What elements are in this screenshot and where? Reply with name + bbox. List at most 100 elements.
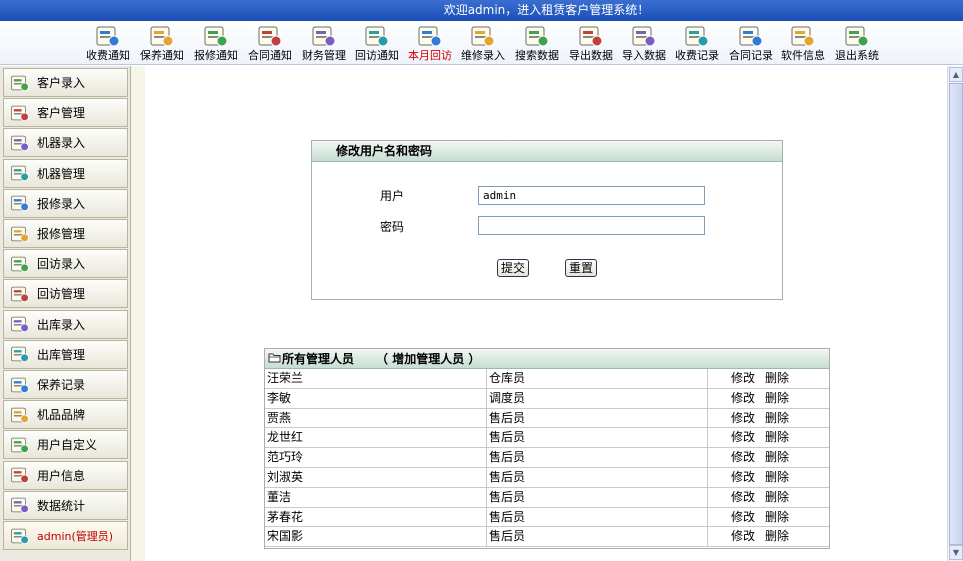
sidebar-item-outbound-entry[interactable]: 出库录入: [3, 309, 128, 339]
admin-role: 售后员: [487, 507, 708, 527]
toolbar-button-repair-notice[interactable]: 报修通知: [192, 21, 240, 65]
toolbar-label: 合同记录: [729, 49, 773, 62]
sidebar-item-label: 机品品牌: [37, 408, 86, 423]
sidebar-item-maintenance-record[interactable]: 保养记录: [3, 370, 128, 399]
table-row: 董洁 售后员 修改 删除: [265, 487, 829, 508]
sidebar-item-revisit-entry[interactable]: 回访录入: [3, 249, 128, 279]
welcome-text: 欢迎admin，进入租赁客户管理系统！: [443, 3, 650, 17]
toolbar-button-maintenance-notice[interactable]: 保养通知: [138, 21, 186, 65]
toolbar: 收费通知 保养通知 报修通知 合同通知 财务管理 回访通知 本月回访 维修录入 搜索数据 导出数据…: [0, 21, 963, 65]
scroll-thumb[interactable]: [949, 83, 963, 545]
toolbar-label: 退出系统: [835, 49, 879, 62]
reset-button[interactable]: 重置: [565, 259, 598, 277]
password-input[interactable]: [478, 216, 705, 235]
delete-link[interactable]: 删除: [765, 411, 789, 425]
sidebar-item-brand[interactable]: 机品品牌: [3, 400, 128, 430]
delete-link[interactable]: 删除: [765, 391, 789, 405]
admin-name: 龙世红: [265, 428, 487, 448]
customer-manage-icon: [9, 103, 31, 123]
machine-entry-icon: [9, 133, 31, 153]
add-admin-link[interactable]: （ 增加管理人员 ）: [376, 350, 480, 367]
delete-link[interactable]: 删除: [765, 470, 789, 484]
toolbar-button-contract-record[interactable]: 合同记录: [727, 21, 775, 65]
exit-icon: [843, 23, 871, 49]
revisit-entry-icon: [9, 254, 31, 274]
edit-link[interactable]: 修改: [731, 529, 755, 543]
sidebar-item-revisit-manage[interactable]: 回访管理: [3, 279, 128, 309]
row-actions: 修改 删除: [708, 488, 829, 507]
sidebar-item-machine-entry[interactable]: 机器录入: [3, 128, 128, 158]
toolbar-label: 导出数据: [569, 49, 613, 62]
sidebar-item-repair-report-entry[interactable]: 报修录入: [3, 188, 128, 218]
toolbar-button-contract-notice[interactable]: 合同通知: [246, 21, 294, 65]
toolbar-button-exit[interactable]: 退出系统: [833, 21, 881, 65]
toolbar-button-revisit-notice[interactable]: 回访通知: [353, 21, 401, 65]
sidebar-item-label: 报修管理: [37, 227, 86, 241]
delete-link[interactable]: 删除: [765, 430, 789, 444]
sidebar-item-user-custom[interactable]: 用户自定义: [3, 430, 128, 460]
row-actions: 修改 删除: [708, 369, 829, 388]
admin-role: 调度员: [487, 388, 708, 408]
edit-link[interactable]: 修改: [731, 470, 755, 484]
scroll-down-icon[interactable]: ▼: [949, 545, 963, 560]
customer-entry-icon: [9, 73, 31, 93]
edit-link[interactable]: 修改: [731, 510, 755, 524]
toolbar-button-software-info[interactable]: 软件信息: [780, 21, 826, 65]
contract-record-icon: [737, 23, 765, 49]
scroll-up-icon[interactable]: ▲: [949, 67, 963, 82]
sidebar-item-customer-entry[interactable]: 客户录入: [3, 68, 128, 97]
maintenance-notice-icon: [148, 23, 176, 49]
sidebar-item-customer-manage[interactable]: 客户管理: [3, 98, 128, 128]
delete-link[interactable]: 删除: [765, 371, 789, 385]
row-actions: 修改 删除: [708, 508, 829, 527]
toolbar-button-import-data[interactable]: 导入数据: [620, 21, 668, 65]
machine-manage-icon: [9, 163, 31, 183]
username-input[interactable]: admin: [478, 186, 705, 205]
toolbar-button-fee-record[interactable]: 收费记录: [673, 21, 721, 65]
sidebar-item-label: 保养记录: [37, 378, 86, 392]
password-label: 密码: [380, 220, 405, 234]
vertical-scrollbar[interactable]: ▲ ▼: [947, 66, 963, 561]
table-row: 李敏 调度员 修改 删除: [265, 388, 829, 409]
admin-role: 售后员: [487, 408, 708, 428]
sidebar-item-user-info[interactable]: 用户信息: [3, 460, 128, 490]
edit-link[interactable]: 修改: [731, 371, 755, 385]
admin-name: 李敏: [265, 388, 487, 408]
delete-link[interactable]: 删除: [765, 450, 789, 464]
sidebar-item-label: 出库录入: [37, 317, 86, 332]
toolbar-button-money-note[interactable]: 收费通知: [84, 21, 132, 65]
sidebar-item-label: 机器管理: [37, 166, 86, 181]
admin-role: 售后员: [487, 448, 708, 467]
delete-link[interactable]: 删除: [765, 529, 789, 543]
toolbar-label: 本月回访: [408, 49, 452, 62]
toolbar-button-export-data[interactable]: 导出数据: [567, 21, 615, 65]
sidebar-item-statistics[interactable]: 数据统计: [3, 490, 128, 520]
toolbar-button-repair-entry[interactable]: 维修录入: [459, 21, 507, 65]
sidebar-item-repair-report-manage[interactable]: 报修管理: [3, 219, 128, 248]
user-info-icon: [9, 465, 31, 485]
sidebar-item-admin-home[interactable]: admin(管理员): [3, 521, 128, 550]
delete-link[interactable]: 删除: [765, 510, 789, 524]
delete-link[interactable]: 删除: [765, 490, 789, 504]
edit-link[interactable]: 修改: [731, 411, 755, 425]
sidebar-item-machine-manage[interactable]: 机器管理: [3, 158, 128, 188]
table-row: 刘淑英 售后员 修改 删除: [265, 467, 829, 488]
toolbar-label: 收费通知: [86, 49, 130, 62]
table-row: 汪荣兰 仓库员 修改 删除: [265, 369, 829, 389]
toolbar-button-search-data[interactable]: 搜索数据: [513, 21, 561, 65]
edit-link[interactable]: 修改: [731, 450, 755, 464]
edit-link[interactable]: 修改: [731, 430, 755, 444]
software-info-icon: [789, 23, 817, 49]
submit-button[interactable]: 提交: [497, 259, 530, 277]
admin-list-table: 所有管理人员 （ 增加管理人员 ） 汪荣兰 仓库员 修改 删除 李敏 调度员 修改 删除 贾燕售…: [264, 348, 830, 549]
edit-user-panel: 修改用户名和密码 用户 admin 密码 提交 重置: [311, 140, 783, 300]
toolbar-label: 合同通知: [248, 49, 292, 62]
edit-link[interactable]: 修改: [731, 391, 755, 405]
repair-notice-icon: [202, 23, 230, 49]
row-actions: 修改 删除: [708, 468, 829, 487]
toolbar-button-finance[interactable]: 财务管理: [300, 21, 348, 65]
edit-link[interactable]: 修改: [731, 490, 755, 504]
sidebar-item-outbound-manage[interactable]: 出库管理: [3, 339, 128, 369]
toolbar-label: 报修通知: [194, 49, 238, 62]
toolbar-button-month-revisit[interactable]: 本月回访: [406, 21, 454, 65]
